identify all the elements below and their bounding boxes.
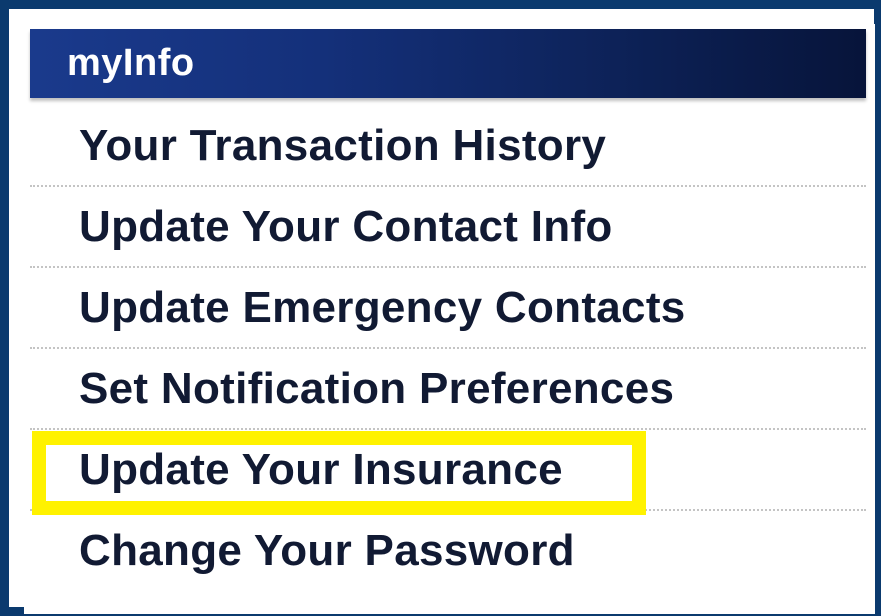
menu-item-label[interactable]: Update Your Insurance [79,445,563,495]
panel-title: myInfo [67,42,195,84]
myinfo-panel: myInfo Your Transaction History Update Y… [24,24,875,614]
menu-item-label[interactable]: Set Notification Preferences [79,364,674,414]
menu-item-label[interactable]: Change Your Password [79,526,575,576]
menu-item-label[interactable]: Your Transaction History [79,121,606,171]
menu-item-insurance[interactable]: Update Your Insurance [30,430,866,511]
menu-item-notification-preferences[interactable]: Set Notification Preferences [30,349,866,430]
menu-item-emergency-contacts[interactable]: Update Emergency Contacts [30,268,866,349]
panel-header: myInfo [30,29,866,98]
menu-item-label[interactable]: Update Emergency Contacts [79,283,686,333]
myinfo-menu: Your Transaction History Update Your Con… [30,106,866,592]
menu-item-change-password[interactable]: Change Your Password [30,511,866,592]
menu-item-label[interactable]: Update Your Contact Info [79,202,613,252]
menu-item-transaction-history[interactable]: Your Transaction History [30,106,866,187]
menu-item-contact-info[interactable]: Update Your Contact Info [30,187,866,268]
